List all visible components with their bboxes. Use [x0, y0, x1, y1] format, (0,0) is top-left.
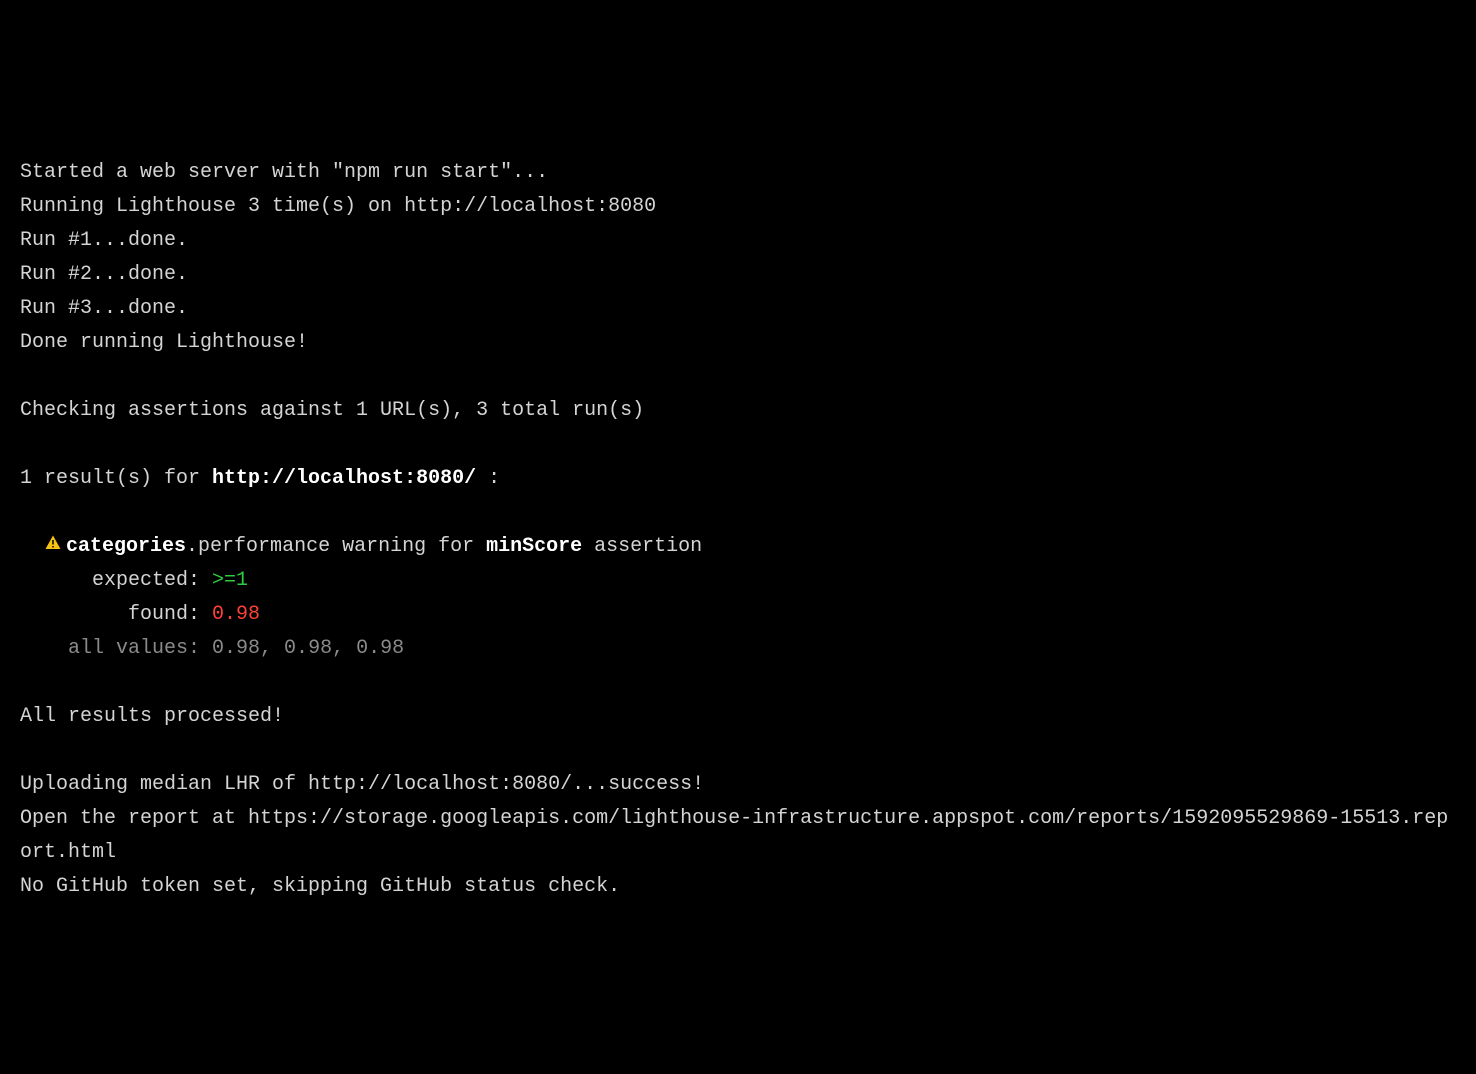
assertion-all-values-line: all values: 0.98, 0.98, 0.98: [20, 637, 404, 660]
all-values-label: all values:: [20, 637, 212, 660]
assertion-minscore: minScore: [486, 535, 582, 558]
assertion-category: categories: [66, 535, 186, 558]
log-line-checking: Checking assertions against 1 URL(s), 3 …: [20, 399, 644, 422]
assertion-text-1: .performance warning for: [186, 535, 486, 558]
all-values-value: 0.98, 0.98, 0.98: [212, 637, 404, 660]
log-line-done-running: Done running Lighthouse!: [20, 331, 308, 354]
results-suffix: :: [476, 467, 500, 490]
results-prefix: 1 result(s) for: [20, 467, 212, 490]
assertion-warning-line: categories.performance warning for minSc…: [20, 535, 702, 558]
expected-value: >=1: [212, 569, 248, 592]
log-line-open-report: Open the report at https://storage.googl…: [20, 807, 1448, 864]
log-line-no-github: No GitHub token set, skipping GitHub sta…: [20, 875, 620, 898]
warn-indent: [20, 535, 44, 558]
log-line-started: Started a web server with "npm run start…: [20, 161, 548, 184]
terminal-output: Started a web server with "npm run start…: [20, 156, 1456, 904]
assertion-found-line: found: 0.98: [20, 603, 260, 626]
log-line-results: 1 result(s) for http://localhost:8080/ :: [20, 467, 500, 490]
assertion-expected-line: expected: >=1: [20, 569, 248, 592]
log-line-run3: Run #3...done.: [20, 297, 188, 320]
log-line-run2: Run #2...done.: [20, 263, 188, 286]
expected-label: expected:: [20, 569, 212, 592]
log-line-all-processed: All results processed!: [20, 705, 284, 728]
found-label: found:: [20, 603, 212, 626]
results-url: http://localhost:8080/: [212, 467, 476, 490]
found-value: 0.98: [212, 603, 260, 626]
assertion-text-2: assertion: [582, 535, 702, 558]
log-line-running: Running Lighthouse 3 time(s) on http://l…: [20, 195, 656, 218]
log-line-uploading: Uploading median LHR of http://localhost…: [20, 773, 704, 796]
warning-icon: [44, 530, 62, 564]
log-line-run1: Run #1...done.: [20, 229, 188, 252]
